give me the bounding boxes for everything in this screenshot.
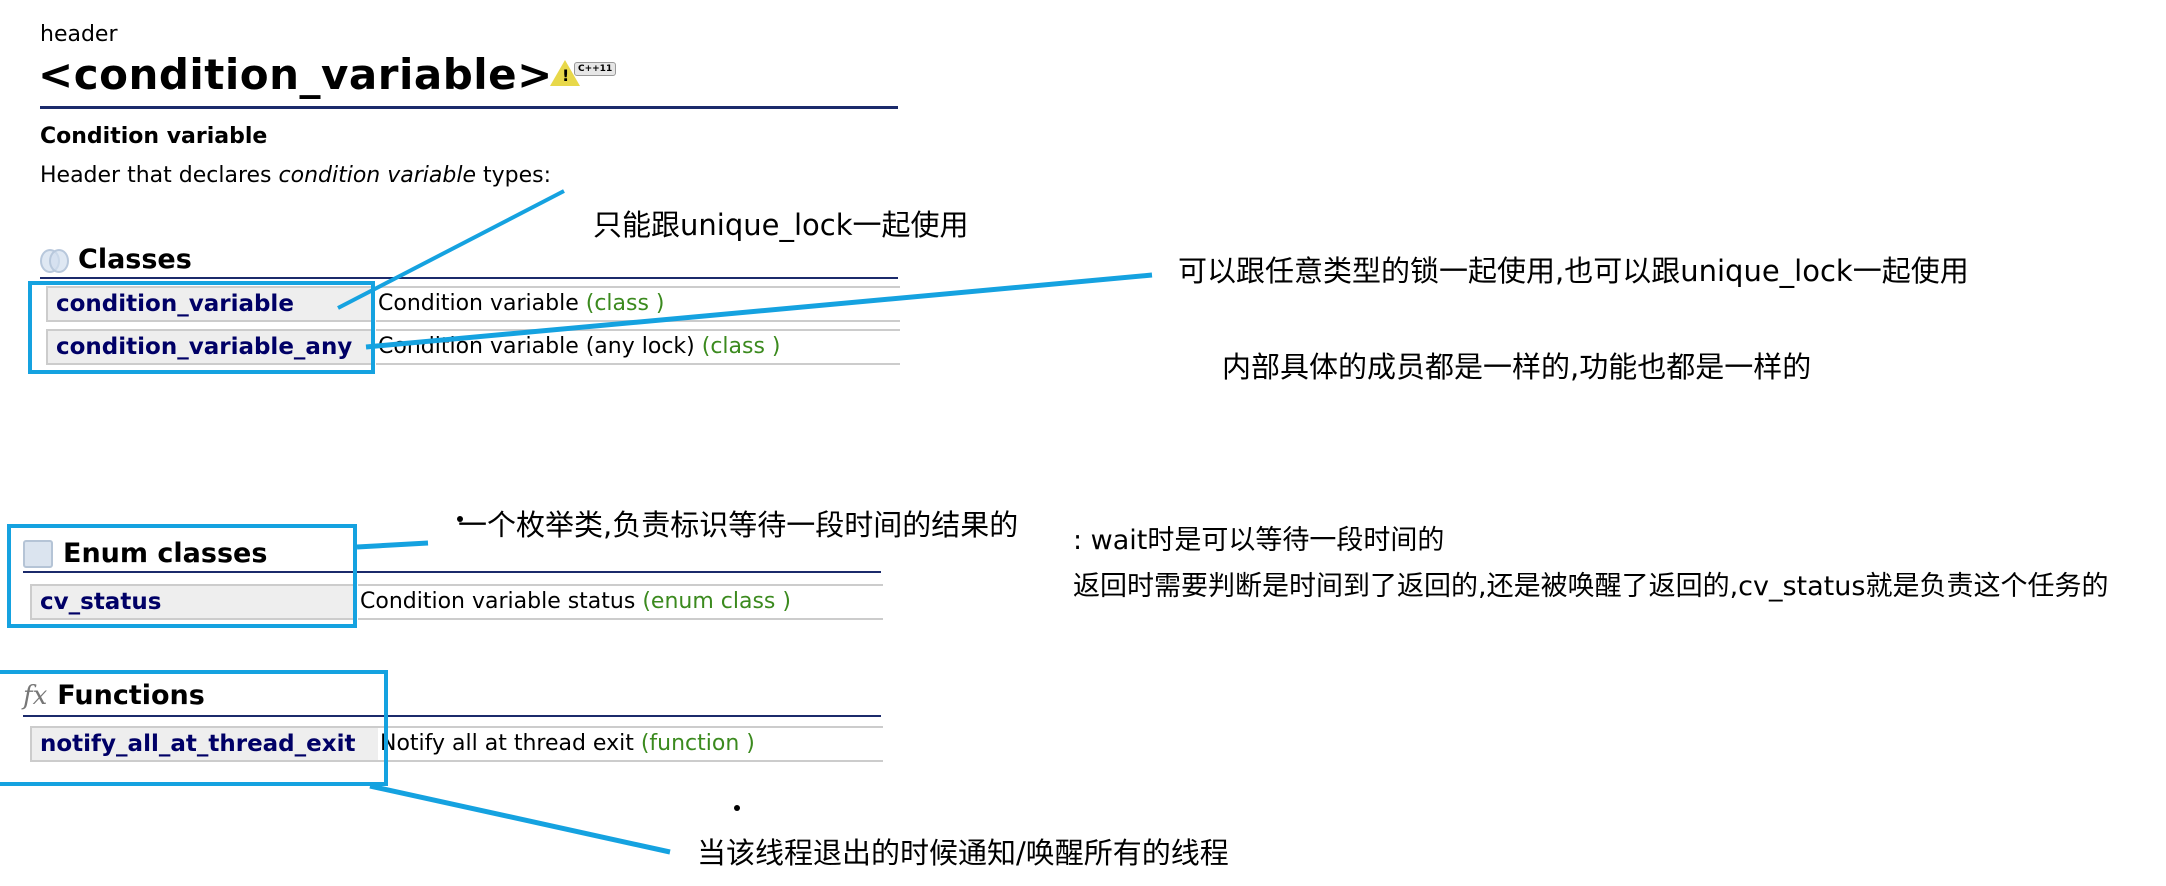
annotation-cv-any: 可以跟任意类型的锁一起使用,也可以跟unique_lock一起使用 xyxy=(1178,254,1969,288)
connector-line-cv xyxy=(337,189,565,310)
connector-line-cv-any xyxy=(365,272,1153,350)
connector-line-enum xyxy=(356,540,429,550)
annotation-notify-all: 当该线程退出的时候通知/唤醒所有的线程 xyxy=(697,836,1229,870)
annotation-cv-status: 返回时需要判断是时间到了返回的,还是被唤醒了返回的,cv_status就是负责这… xyxy=(1073,571,2109,602)
annotation-same-members: 内部具体的成员都是一样的,功能也都是一样的 xyxy=(1222,350,1812,384)
stray-dot xyxy=(734,805,740,811)
annotation-enum: 一个枚举类,负责标识等待一段时间的结果的 xyxy=(458,508,1019,542)
annotation-wait: : wait时是可以等待一段时间的 xyxy=(1073,525,1445,556)
connector-line-functions xyxy=(369,783,671,855)
annotation-cv: 只能跟unique_lock一起使用 xyxy=(593,208,969,242)
annotation-connectors xyxy=(337,189,1153,855)
